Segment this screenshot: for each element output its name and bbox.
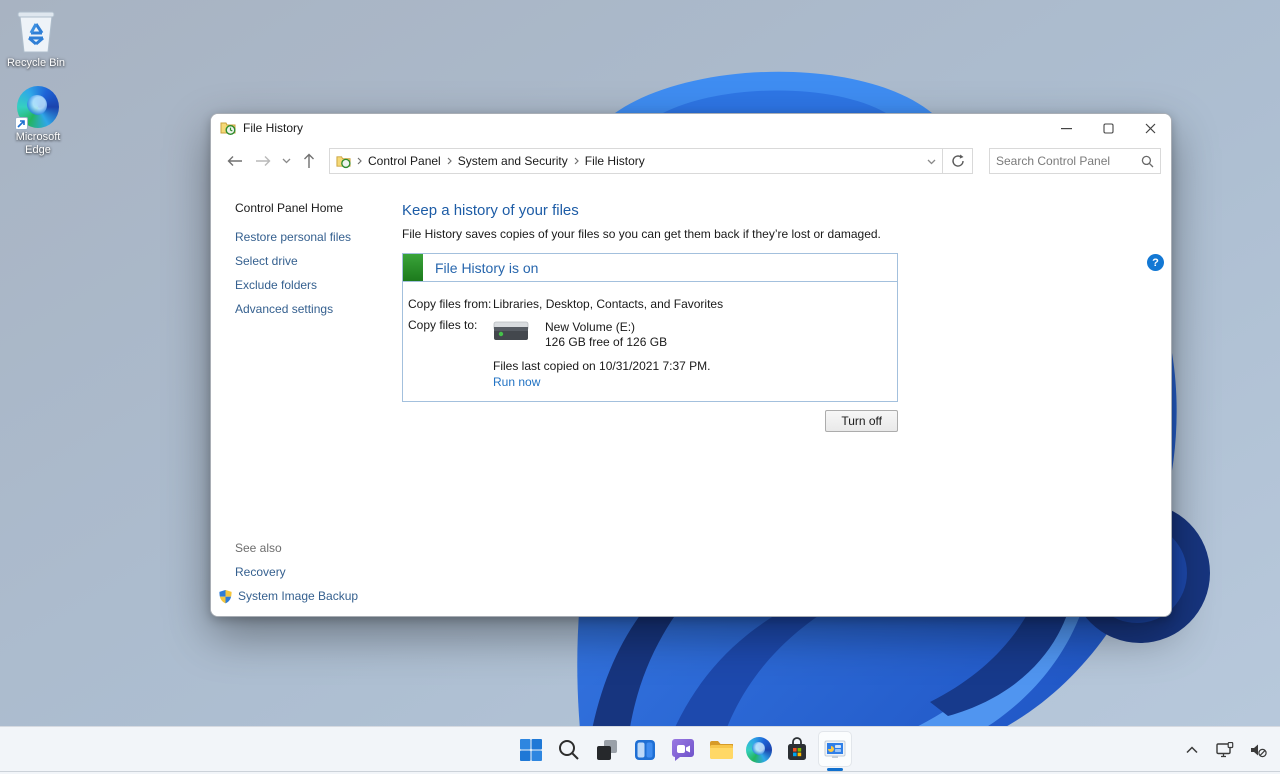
desktop-icon-label: Microsoft Edge xyxy=(15,131,61,156)
recycle-bin-icon xyxy=(17,11,55,53)
status-body: Copy files from: Libraries, Desktop, Con… xyxy=(403,282,897,401)
up-button[interactable] xyxy=(295,147,323,175)
turn-off-button[interactable]: Turn off xyxy=(825,410,898,432)
see-also-label: See also xyxy=(235,541,282,555)
widgets-icon xyxy=(635,740,655,760)
search-input[interactable] xyxy=(996,154,1141,168)
run-now-link[interactable]: Run now xyxy=(493,375,540,389)
sidebar-item-system-image-backup[interactable]: System Image Backup xyxy=(238,588,358,604)
sidebar-see-also-group: See also Recovery System Image Backup xyxy=(219,541,402,606)
widgets-button[interactable] xyxy=(626,727,664,773)
crumb-system-and-security[interactable]: System and Security xyxy=(458,154,568,168)
microsoft-store-button[interactable] xyxy=(778,727,816,773)
network-icon[interactable] xyxy=(1215,736,1235,764)
file-explorer-icon xyxy=(709,740,733,759)
file-history-status-box: File History is on Copy files from: Libr… xyxy=(402,253,898,402)
sidebar-item-select-drive[interactable]: Select drive xyxy=(235,253,402,269)
crumb-file-history[interactable]: File History xyxy=(585,154,645,168)
sidebar-item-recovery[interactable]: Recovery xyxy=(235,564,402,580)
crumb-control-panel[interactable]: Control Panel xyxy=(368,154,441,168)
system-tray xyxy=(1182,727,1268,773)
taskbar-search-button[interactable] xyxy=(550,727,588,773)
main-content: Keep a history of your files File Histor… xyxy=(402,180,1171,616)
volume-muted-icon[interactable] xyxy=(1248,736,1268,764)
desktop-icon-recycle-bin[interactable]: Recycle Bin xyxy=(0,8,72,70)
refresh-button[interactable] xyxy=(943,148,973,174)
navigation-toolbar: Control Panel System and Security File H… xyxy=(211,142,1171,180)
desktop-icon-label: Recycle Bin xyxy=(6,57,66,69)
page-title: Keep a history of your files xyxy=(402,202,579,219)
search-icon xyxy=(559,740,579,760)
uac-shield-icon xyxy=(219,589,232,603)
crumb-separator-icon xyxy=(574,157,579,165)
crumb-separator-icon xyxy=(357,157,362,165)
titlebar: File History xyxy=(211,114,1171,142)
control-panel-icon xyxy=(336,155,351,168)
status-title: File History is on xyxy=(435,259,539,276)
file-history-app-icon xyxy=(220,122,236,136)
start-button[interactable] xyxy=(512,727,550,773)
sidebar-item-advanced-settings[interactable]: Advanced settings xyxy=(235,301,402,317)
forward-button[interactable] xyxy=(249,147,277,175)
status-on-indicator xyxy=(403,254,423,281)
taskbar xyxy=(0,726,1280,774)
sidebar: Control Panel Home Restore personal file… xyxy=(211,180,402,616)
copy-from-label: Copy files from: xyxy=(408,297,492,311)
drive-name: New Volume (E:) xyxy=(545,320,636,334)
task-view-icon xyxy=(597,740,617,760)
desktop-icon-microsoft-edge[interactable]: Microsoft Edge xyxy=(2,86,74,156)
search-icon[interactable] xyxy=(1141,155,1154,168)
recent-pages-chevron[interactable] xyxy=(277,147,295,175)
window-title: File History xyxy=(243,121,304,135)
copy-from-value: Libraries, Desktop, Contacts, and Favori… xyxy=(493,297,724,311)
store-icon xyxy=(788,737,806,760)
chat-icon xyxy=(672,739,694,761)
maximize-button[interactable] xyxy=(1087,114,1129,142)
desktop: Recycle Bin Microsoft Edge File History xyxy=(0,0,1280,774)
control-panel-taskbar-button[interactable] xyxy=(816,727,854,773)
hidden-icons-chevron[interactable] xyxy=(1182,736,1202,764)
sidebar-item-restore-personal-files[interactable]: Restore personal files xyxy=(235,229,402,245)
crumb-separator-icon xyxy=(447,157,452,165)
breadcrumb: Control Panel System and Security File H… xyxy=(329,148,973,174)
sidebar-item-control-panel-home[interactable]: Control Panel Home xyxy=(235,201,402,215)
edge-icon xyxy=(746,737,772,763)
address-dropdown-chevron[interactable] xyxy=(927,154,936,168)
minimize-button[interactable] xyxy=(1045,114,1087,142)
breadcrumb-bar[interactable]: Control Panel System and Security File H… xyxy=(329,148,943,174)
drive-icon xyxy=(493,321,529,340)
search-box xyxy=(989,148,1161,174)
windows-start-icon xyxy=(520,739,542,761)
file-explorer-button[interactable] xyxy=(702,727,740,773)
drive-free-space: 126 GB free of 126 GB xyxy=(545,335,668,349)
last-copied-text: Files last copied on 10/31/2021 7:37 PM. xyxy=(493,359,711,373)
copy-to-label: Copy files to: xyxy=(408,318,478,332)
file-history-window: File History Control Panel System and Se… xyxy=(210,113,1172,617)
status-header: File History is on xyxy=(403,254,897,282)
active-app-underline xyxy=(827,768,843,771)
task-view-button[interactable] xyxy=(588,727,626,773)
chat-button[interactable] xyxy=(664,727,702,773)
help-icon[interactable]: ? xyxy=(1147,254,1164,271)
back-button[interactable] xyxy=(221,147,249,175)
edge-button[interactable] xyxy=(740,727,778,773)
shortcut-arrow-icon xyxy=(15,117,28,130)
taskbar-center-icons xyxy=(512,727,854,773)
edge-icon xyxy=(15,86,59,130)
close-button[interactable] xyxy=(1129,114,1171,142)
sidebar-item-exclude-folders[interactable]: Exclude folders xyxy=(235,277,402,293)
window-controls xyxy=(1045,114,1171,142)
control-panel-window-icon xyxy=(824,740,846,758)
window-body: Control Panel Home Restore personal file… xyxy=(211,180,1171,616)
page-description: File History saves copies of your files … xyxy=(402,227,881,241)
